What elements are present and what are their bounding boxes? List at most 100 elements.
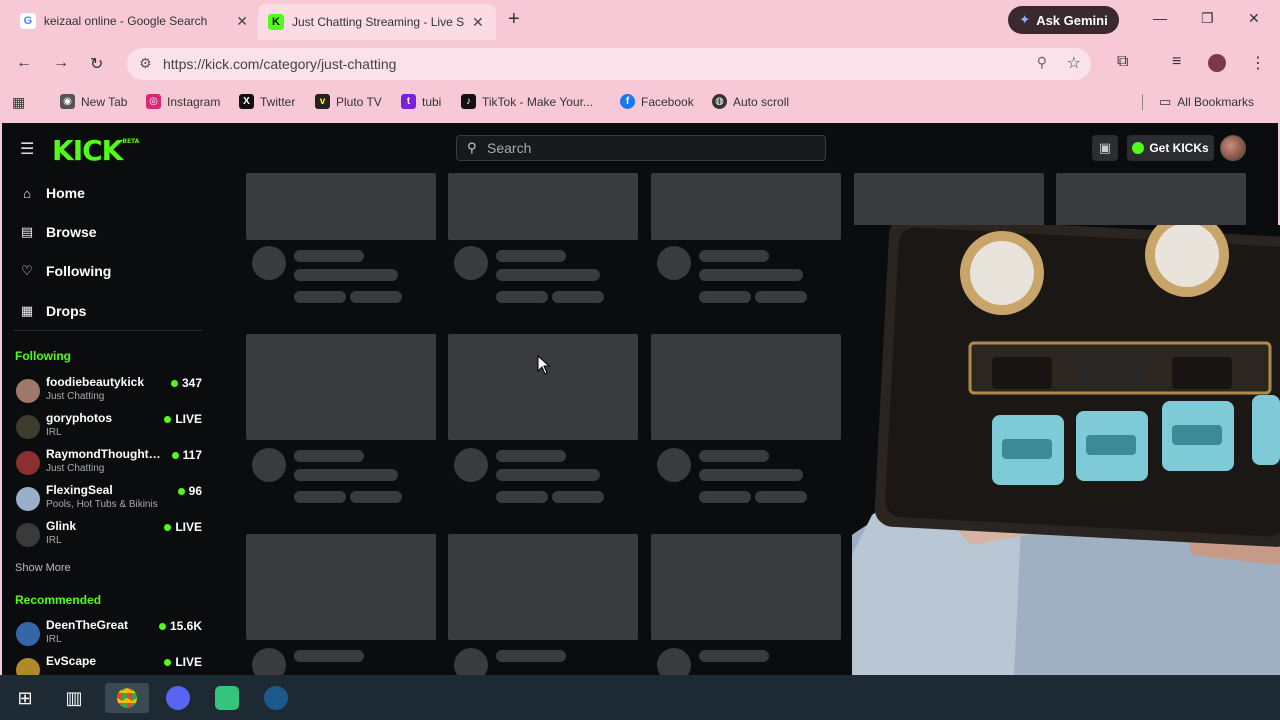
forward-icon[interactable]: →	[53, 54, 69, 72]
following-channel[interactable]: RaymondThoughts... Just Chatting 117	[16, 447, 202, 481]
live-dot-icon	[158, 622, 166, 630]
search-icon: ⚲	[467, 140, 477, 155]
bookmark-star-icon[interactable]: ☆	[1067, 53, 1081, 73]
get-kicks-button[interactable]: Get KICKs	[1127, 135, 1214, 161]
close-window-icon[interactable]: ✕	[1248, 10, 1260, 27]
task-view-icon[interactable]: ▥	[59, 683, 89, 713]
cursor-icon	[537, 354, 551, 375]
status-text: LIVE	[175, 412, 202, 426]
title-placeholder	[699, 450, 769, 462]
avatar-placeholder	[454, 246, 488, 280]
thumbnail-placeholder	[651, 534, 841, 640]
windows-start-icon[interactable]: ⊞	[10, 683, 40, 713]
profile-avatar[interactable]	[1208, 54, 1226, 72]
bookmark-tubi[interactable]: t tubi	[401, 94, 441, 109]
stream-card-skeleton[interactable]	[448, 173, 638, 303]
tab-title: keizaal online - Google Search	[43, 14, 208, 28]
live-dot-icon	[164, 658, 172, 666]
title-placeholder	[294, 250, 364, 262]
live-badge: LIVE	[164, 655, 202, 669]
bookmark-auto-scroll[interactable]: ◍ Auto scroll	[712, 94, 789, 109]
status-text: 96	[188, 484, 202, 498]
new-tab-button[interactable]: +	[508, 8, 520, 31]
tab-google-search[interactable]: G keizaal online - Google Search ✕	[10, 6, 258, 36]
channel-name: Glink	[46, 519, 77, 533]
stream-card-skeleton[interactable]	[651, 334, 841, 503]
hamburger-menu-icon[interactable]: ☰	[20, 139, 34, 159]
game-launcher-taskbar-icon[interactable]	[212, 683, 242, 713]
user-avatar[interactable]	[1220, 135, 1246, 161]
sidebar-item-following[interactable]: ♡ Following	[20, 263, 111, 279]
sidebar-item-drops[interactable]: ▦ Drops	[20, 303, 87, 319]
back-icon[interactable]: ←	[16, 54, 32, 72]
webcam-image	[852, 225, 1280, 720]
tiktok-icon: ♪	[461, 94, 476, 109]
pluto-tv-icon: v	[315, 94, 330, 109]
steam-taskbar-icon[interactable]	[261, 683, 291, 713]
subtitle-placeholder	[699, 269, 803, 281]
extensions-icon[interactable]: ⧉	[1117, 53, 1128, 71]
bookmark-pluto-tv[interactable]: v Pluto TV	[315, 94, 382, 109]
discord-taskbar-icon[interactable]	[163, 683, 193, 713]
apps-icon[interactable]: ▦	[12, 94, 25, 111]
ask-gemini-button[interactable]: ✦ Ask Gemini	[1008, 6, 1119, 34]
site-info-icon[interactable]: ⚙	[139, 55, 152, 72]
browser-chrome: G keizaal online - Google Search ✕ K Jus…	[0, 0, 1280, 123]
reload-icon[interactable]: ↻	[90, 54, 103, 74]
stream-card-skeleton[interactable]	[651, 534, 841, 675]
title-placeholder	[496, 250, 566, 262]
bookmark-facebook[interactable]: f Facebook	[620, 94, 694, 109]
restore-icon[interactable]: ❐	[1201, 10, 1214, 27]
live-dot-icon	[164, 523, 172, 531]
chrome-taskbar-icon[interactable]	[105, 683, 149, 713]
channel-name: DeenTheGreat	[46, 618, 129, 632]
zoom-icon[interactable]: ⚲	[1037, 54, 1047, 71]
nav-label: Following	[46, 263, 112, 279]
tag-placeholder	[552, 291, 604, 303]
bookmark-twitter[interactable]: X Twitter	[239, 94, 295, 109]
all-bookmarks[interactable]: ▭ All Bookmarks	[1142, 94, 1254, 110]
bookmark-new-tab[interactable]: ◉ New Tab	[60, 94, 127, 109]
channel-name: RaymondThoughts...	[46, 447, 164, 461]
bookmark-tiktok[interactable]: ♪ TikTok - Make Your...	[461, 94, 593, 109]
navigation-bar: ← → ↻ ⚙ https://kick.com/category/just-c…	[0, 44, 1280, 84]
stream-card-skeleton[interactable]	[651, 173, 841, 303]
following-channel[interactable]: Glink IRL LIVE	[16, 519, 202, 553]
kick-logo[interactable]: KICKBETA	[52, 134, 139, 167]
tab-kick[interactable]: K Just Chatting Streaming - Live S ✕	[258, 4, 496, 40]
following-channel[interactable]: foodiebeautykick Just Chatting 347	[16, 375, 202, 409]
stream-card-skeleton[interactable]	[448, 534, 638, 675]
menu-icon[interactable]: ⋮	[1250, 53, 1266, 73]
minimize-icon[interactable]: —	[1153, 10, 1167, 26]
tubi-icon: t	[401, 94, 416, 109]
show-more-button[interactable]: Show More	[15, 562, 71, 574]
heart-icon: ♡	[21, 263, 33, 278]
bookmark-label: Instagram	[167, 94, 221, 109]
bookmark-instagram[interactable]: ◎ Instagram	[146, 94, 220, 109]
sidebar-item-home[interactable]: ⌂ Home	[20, 185, 85, 201]
stream-card-skeleton[interactable]	[448, 334, 638, 503]
following-channel[interactable]: FlexingSeal Pools, Hot Tubs & Bikinis 96	[16, 483, 202, 517]
recommended-channel[interactable]: EvScape LIVE	[16, 654, 202, 675]
sidebar-item-browse[interactable]: ▤ Browse	[20, 224, 97, 240]
google-icon: G	[20, 13, 36, 29]
stream-card-skeleton[interactable]	[246, 173, 436, 303]
stream-card-skeleton[interactable]	[246, 534, 436, 675]
following-channel[interactable]: goryphotos IRL LIVE	[16, 411, 202, 445]
status-text: LIVE	[175, 520, 202, 534]
viewer-count: 117	[171, 448, 202, 462]
subtitle-placeholder	[699, 469, 803, 481]
search-input[interactable]: ⚲ Search	[456, 135, 826, 161]
thumbnail-placeholder	[651, 173, 841, 240]
avatar	[16, 523, 40, 547]
layout-toggle-button[interactable]: ▣	[1092, 135, 1118, 161]
close-tab-icon[interactable]: ✕	[472, 14, 484, 31]
avatar-placeholder	[657, 648, 691, 675]
close-tab-icon[interactable]: ✕	[236, 13, 248, 30]
channel-name: goryphotos	[46, 411, 112, 425]
recommended-channel[interactable]: DeenTheGreat IRL 15.6K	[16, 618, 202, 652]
stream-card-skeleton[interactable]	[246, 334, 436, 503]
address-bar[interactable]: ⚙ https://kick.com/category/just-chattin…	[127, 48, 1091, 80]
gemini-icon: ✦	[1019, 12, 1031, 27]
media-control-icon[interactable]: ≡	[1172, 53, 1181, 71]
